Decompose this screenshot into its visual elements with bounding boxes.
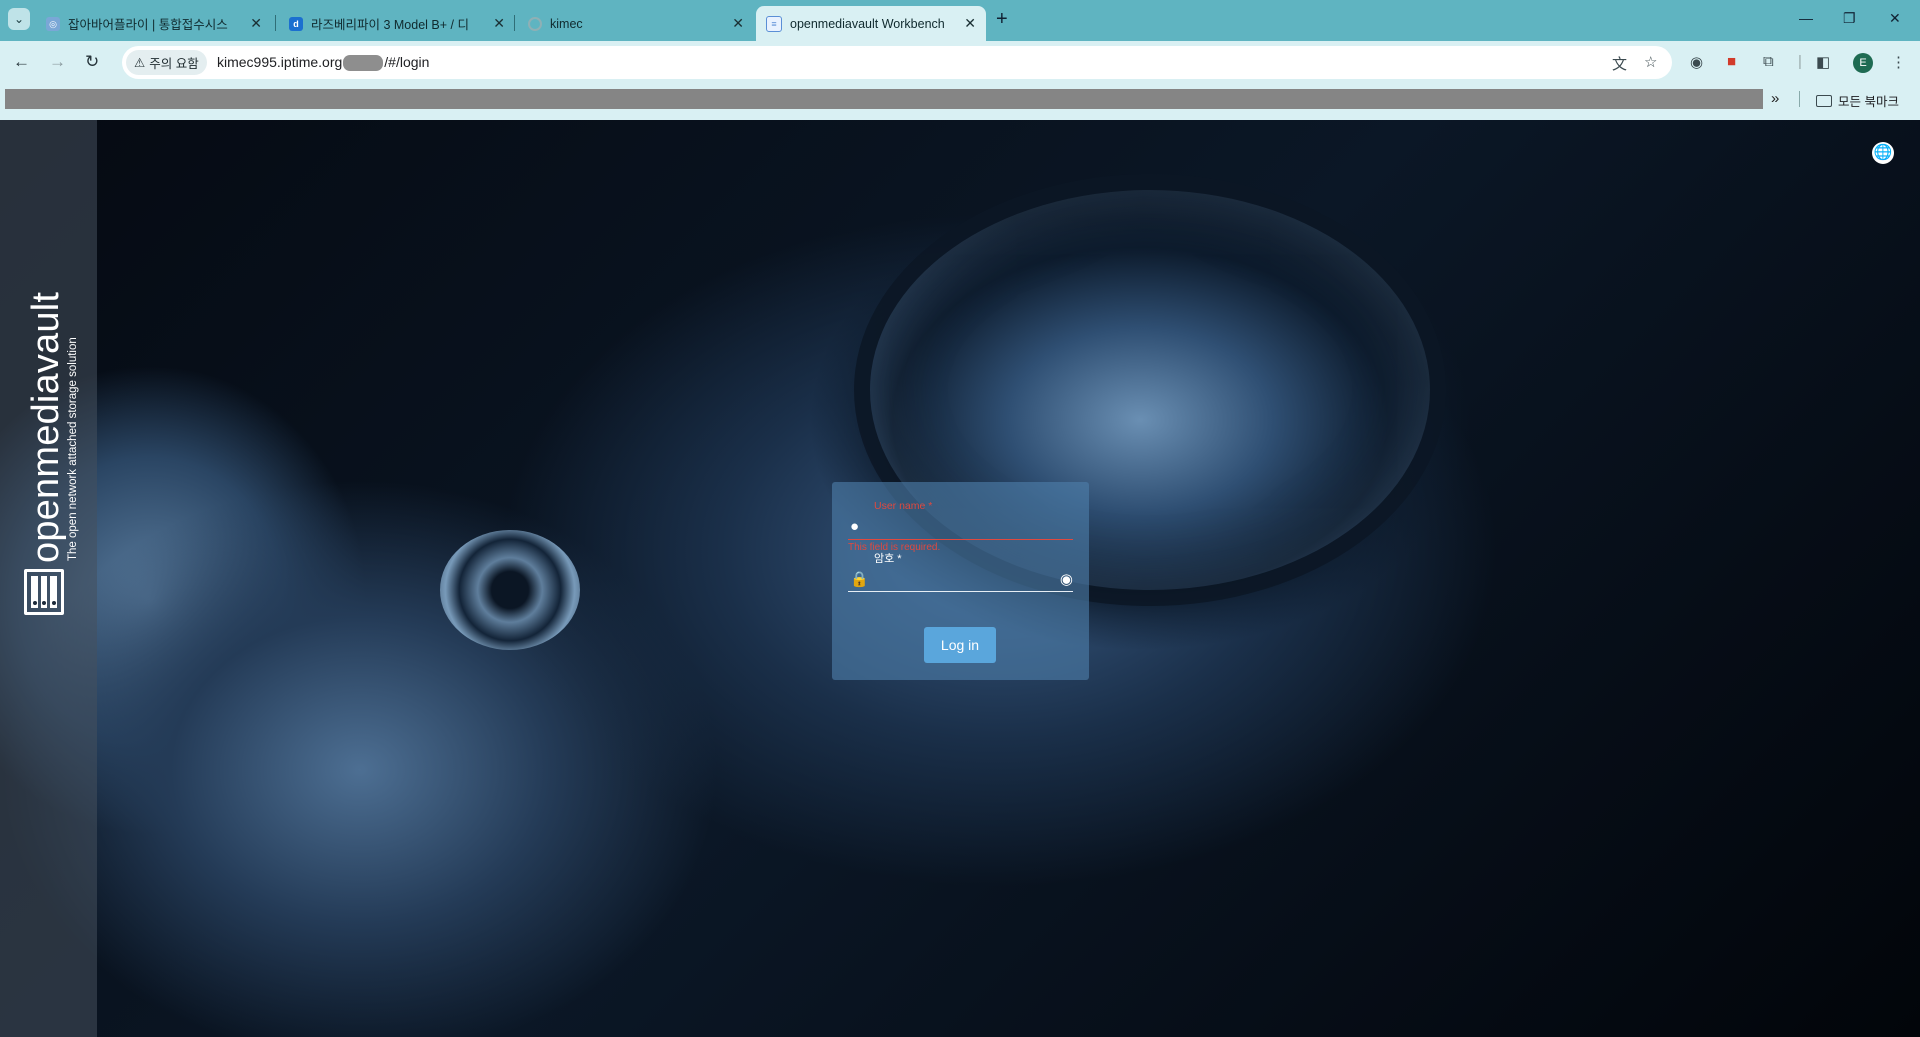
browser-menu-icon[interactable]: ⋮ bbox=[1891, 53, 1906, 71]
brand-wordmark: openmediavault The open network attached… bbox=[25, 273, 86, 563]
url-path: /#/login bbox=[384, 54, 430, 70]
extensions-puzzle-icon[interactable]: ⧉ bbox=[1763, 53, 1774, 70]
folder-icon bbox=[1816, 94, 1832, 107]
username-underline bbox=[848, 539, 1073, 540]
dvi-favicon-icon: d bbox=[289, 16, 303, 31]
user-icon: ● bbox=[850, 518, 860, 535]
bookmarks-divider bbox=[1799, 91, 1800, 107]
browser-toolbar: ← → ↻ ⚠ 주의 요함 kimec995.iptime.org /#/logi… bbox=[0, 41, 1920, 84]
security-chip-label: 주의 요함 bbox=[149, 57, 199, 71]
close-tab-icon[interactable]: ✕ bbox=[493, 15, 505, 32]
tab-title: openmediavault Workbench bbox=[790, 16, 945, 31]
tab-title: 라즈베리파이 3 Model B+ / 디 bbox=[311, 18, 469, 32]
bookmarks-overflow-icon[interactable]: » bbox=[1771, 90, 1779, 107]
minimize-icon[interactable]: — bbox=[1799, 10, 1813, 26]
url-host: kimec995.iptime.org bbox=[217, 54, 343, 70]
url-text[interactable]: kimec995.iptime.org /#/login bbox=[217, 54, 430, 72]
close-tab-icon[interactable]: ✕ bbox=[964, 15, 976, 32]
login-form: User name * ● This field is required. 암호… bbox=[832, 482, 1089, 680]
loading-favicon-icon bbox=[528, 16, 542, 31]
tab-separator bbox=[514, 15, 515, 31]
hdd-spindle-decoration bbox=[440, 530, 580, 650]
address-bar[interactable]: ⚠ 주의 요함 kimec995.iptime.org /#/login 文 ☆ bbox=[122, 46, 1672, 79]
tab-title: 잡아바어플라이 | 통합접수시스 bbox=[68, 18, 228, 32]
toolbar-divider: | bbox=[1798, 53, 1802, 70]
extension-red-icon[interactable]: ■ bbox=[1727, 53, 1736, 70]
browser-tab-4[interactable]: ≡ openmediavault Workbench ✕ bbox=[756, 6, 986, 41]
profile-avatar[interactable]: E bbox=[1853, 53, 1873, 73]
new-tab-plus-icon[interactable]: + bbox=[996, 8, 1008, 31]
restore-icon[interactable]: ❐ bbox=[1843, 10, 1856, 27]
password-field[interactable]: 암호 * 🔒 ◉ bbox=[848, 550, 1073, 592]
show-password-eye-icon[interactable]: ◉ bbox=[1060, 570, 1073, 588]
forward-arrow-icon[interactable]: → bbox=[49, 52, 66, 72]
password-label: 암호 * bbox=[874, 553, 902, 565]
username-label: User name * bbox=[874, 500, 933, 512]
tab-separator bbox=[275, 15, 276, 31]
brand-tagline: The open network attached storage soluti… bbox=[67, 337, 79, 561]
browser-tab-2[interactable]: d 라즈베리파이 3 Model B+ / 디 ✕ bbox=[279, 6, 515, 41]
browser-tab-strip: ⌄ ◎ 잡아바어플라이 | 통합접수시스 ✕ d 라즈베리파이 3 Model … bbox=[0, 0, 1920, 41]
bookmark-star-icon[interactable]: ☆ bbox=[1644, 53, 1657, 71]
browser-tab-3[interactable]: kimec ✕ bbox=[518, 6, 754, 41]
bookmarks-bar: » 모든 북마크 bbox=[0, 84, 1920, 120]
lock-icon: 🔒 bbox=[850, 571, 869, 588]
globe-favicon-icon: ◎ bbox=[46, 16, 60, 31]
all-bookmarks-folder[interactable]: 모든 북마크 bbox=[1816, 91, 1899, 110]
tab-title: kimec bbox=[550, 16, 583, 31]
redacted-bookmarks bbox=[5, 89, 1763, 109]
login-button[interactable]: Log in bbox=[924, 627, 996, 663]
close-tab-icon[interactable]: ✕ bbox=[732, 15, 744, 32]
translate-icon[interactable]: 文 bbox=[1612, 53, 1627, 74]
extension-globe-icon[interactable]: ◉ bbox=[1690, 53, 1703, 71]
close-tab-icon[interactable]: ✕ bbox=[250, 15, 262, 32]
language-globe-icon[interactable]: 🌐 bbox=[1872, 142, 1894, 164]
warning-triangle-icon: ⚠ bbox=[134, 56, 146, 70]
back-arrow-icon[interactable]: ← bbox=[13, 52, 30, 72]
doc-favicon-icon: ≡ bbox=[766, 15, 782, 32]
username-field[interactable]: User name * ● bbox=[848, 500, 1073, 540]
brand-name: openmediavault bbox=[25, 291, 67, 563]
close-window-icon[interactable]: ✕ bbox=[1889, 10, 1901, 27]
tab-search-chevron-icon[interactable]: ⌄ bbox=[8, 8, 30, 30]
openmediavault-logo-icon bbox=[24, 569, 64, 615]
all-bookmarks-label: 모든 북마크 bbox=[1838, 95, 1899, 109]
reload-icon[interactable]: ↻ bbox=[85, 52, 99, 72]
password-underline bbox=[848, 591, 1073, 592]
redacted-port bbox=[343, 55, 384, 72]
security-warning-chip[interactable]: ⚠ 주의 요함 bbox=[126, 50, 207, 75]
brand-sidebar: openmediavault The open network attached… bbox=[0, 120, 97, 1037]
browser-tab-1[interactable]: ◎ 잡아바어플라이 | 통합접수시스 ✕ bbox=[36, 6, 272, 41]
side-panel-icon[interactable]: ◧ bbox=[1816, 53, 1830, 71]
